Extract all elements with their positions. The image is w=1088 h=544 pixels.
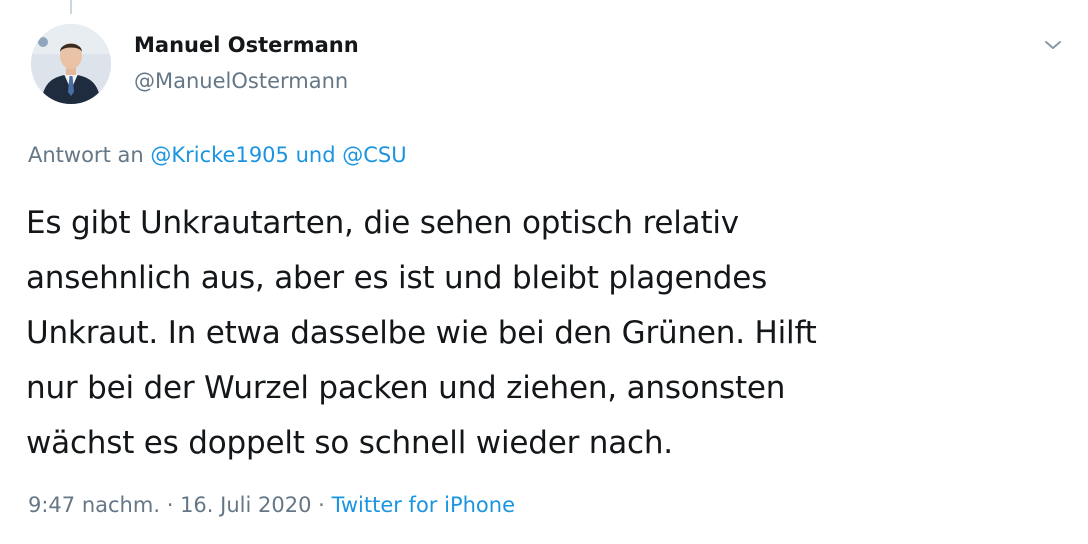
tweet-text-line: nur bei der Wurzel packen und ziehen, an…	[26, 370, 786, 406]
meta-separator: ·	[318, 493, 325, 517]
tweet-meta: 9:47 nachm. · 16. Juli 2020 · Twitter fo…	[28, 493, 515, 517]
author-handle[interactable]: @ManuelOstermann	[134, 69, 348, 93]
reply-prefix: Antwort an	[28, 143, 144, 167]
tweet-time[interactable]: 9:47 nachm.	[28, 493, 160, 517]
tweet-menu-button[interactable]	[1038, 30, 1068, 60]
avatar-photo	[31, 24, 111, 104]
tweet-text-line: ansehnlich aus, aber es ist und bleibt p…	[26, 260, 768, 296]
reply-conjunction[interactable]: und	[296, 143, 336, 167]
mention-link-kricke1905[interactable]: @Kricke1905	[150, 143, 289, 167]
tweet-text: Es gibt Unkrautarten, die sehen optisch …	[26, 196, 1076, 471]
thread-connector-line	[70, 0, 72, 14]
tweet-text-line: Es gibt Unkrautarten, die sehen optisch …	[26, 205, 739, 241]
tweet-text-line: wächst es doppelt so schnell wieder nach…	[26, 425, 673, 461]
tweet-text-line: Unkraut. In etwa dasselbe wie bei den Gr…	[26, 315, 817, 351]
chevron-down-icon	[1045, 41, 1061, 49]
tweet-date[interactable]: 16. Juli 2020	[180, 493, 311, 517]
mention-link-csu[interactable]: @CSU	[342, 143, 406, 167]
tweet-source-link[interactable]: Twitter for iPhone	[332, 493, 516, 517]
reply-context: Antwort an @Kricke1905 und @CSU	[28, 143, 407, 167]
meta-separator: ·	[166, 493, 174, 517]
author-display-name[interactable]: Manuel Ostermann	[134, 33, 359, 57]
avatar[interactable]	[31, 24, 111, 104]
